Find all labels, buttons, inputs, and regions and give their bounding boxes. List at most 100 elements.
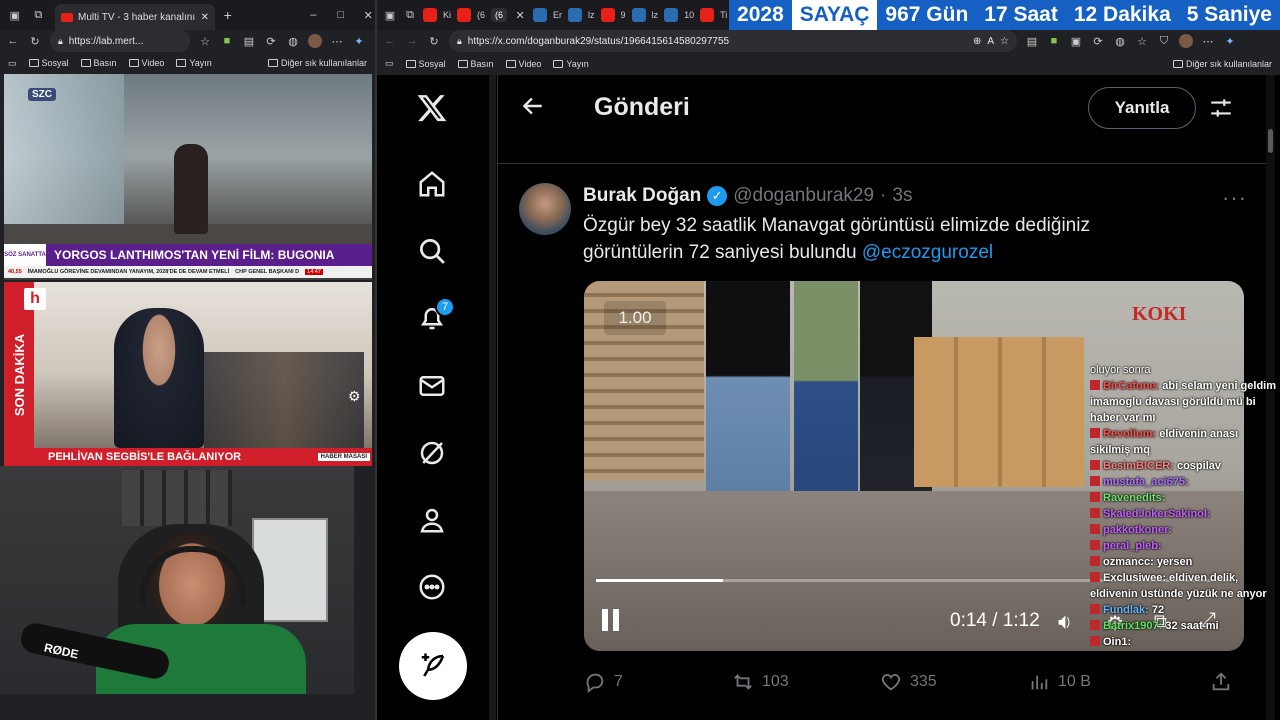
countdown-hours: 17 Saat xyxy=(984,3,1058,26)
refresh-icon[interactable]: ↻ xyxy=(28,34,42,48)
more-menu-icon[interactable]: ⋯ xyxy=(330,34,344,48)
bookmark-sosyal[interactable]: Sosyal xyxy=(405,59,446,69)
tab-label-6[interactable]: 9 xyxy=(621,10,626,20)
window-menu-icon[interactable]: ▣ xyxy=(8,8,22,22)
shield-icon[interactable]: ⛉ xyxy=(1157,34,1171,48)
favorite-star-icon[interactable]: ☆ xyxy=(1000,36,1009,47)
back-arrow-icon[interactable] xyxy=(520,93,548,121)
tab-favicon-7[interactable] xyxy=(631,8,646,22)
bookmark-basin[interactable]: Basın xyxy=(80,58,117,68)
news-video-panel-1[interactable]: SZC SÖZ SANATTA YORGOS LANTHIMOS'TAN YEN… xyxy=(4,74,372,280)
compose-post-button[interactable] xyxy=(399,632,467,700)
tweet-time[interactable]: 3s xyxy=(892,185,912,207)
bookmark-sosyal[interactable]: Sosyal xyxy=(28,58,69,68)
profile-icon[interactable] xyxy=(415,503,449,537)
like-action[interactable]: 335 xyxy=(880,671,937,693)
search-icon[interactable] xyxy=(415,234,449,268)
extension-icon-3[interactable]: ⟳ xyxy=(264,34,278,48)
pause-button-icon[interactable] xyxy=(602,609,624,633)
tab-favicon-8[interactable] xyxy=(664,8,679,22)
extension-icon-6[interactable]: ☆ xyxy=(1135,34,1149,48)
maximize-icon[interactable]: □ xyxy=(334,8,348,22)
favorite-star-icon[interactable]: ☆ xyxy=(198,34,212,48)
tab-label-9[interactable]: Ti xyxy=(720,10,727,20)
x-logo-icon[interactable] xyxy=(415,91,449,125)
tab-label-5[interactable]: lz xyxy=(588,10,595,20)
more-options-icon[interactable] xyxy=(415,570,449,604)
tab-close-icon[interactable]: ✕ xyxy=(513,8,527,22)
back-icon[interactable]: ← xyxy=(383,34,397,48)
home-icon[interactable] xyxy=(415,167,449,201)
tab-actions-icon[interactable]: ⧉ xyxy=(403,8,417,22)
grok-icon[interactable] xyxy=(415,436,449,470)
filter-settings-icon[interactable] xyxy=(1208,95,1234,126)
tab-favicon-5[interactable] xyxy=(568,8,583,22)
repost-action[interactable]: 103 xyxy=(732,671,789,693)
tab-favicon-9[interactable] xyxy=(700,8,715,22)
minimize-icon[interactable]: – xyxy=(307,8,321,22)
extension-icon-1[interactable]: ▤ xyxy=(1025,34,1039,48)
refresh-icon[interactable]: ↻ xyxy=(427,34,441,48)
profile-avatar[interactable] xyxy=(1179,34,1193,48)
more-menu-icon[interactable]: ⋯ xyxy=(1201,34,1215,48)
bookmark-yayin[interactable]: Yayın xyxy=(176,58,212,68)
tab-label-3[interactable]: (6 xyxy=(491,8,508,22)
author-handle[interactable]: @doganburak29 xyxy=(733,185,874,207)
bookmark-basin[interactable]: Basın xyxy=(457,59,494,69)
back-icon[interactable]: ← xyxy=(6,34,20,48)
tweet-more-icon[interactable]: ··· xyxy=(1222,185,1247,211)
volume-icon[interactable]: 🔉︎ xyxy=(1058,609,1072,635)
extension-icon-3[interactable]: ▣ xyxy=(1069,34,1083,48)
copilot-icon[interactable]: ✦ xyxy=(352,34,366,48)
repost-count: 103 xyxy=(762,673,789,690)
bookmark-video[interactable]: Video xyxy=(505,59,541,69)
notifications-icon[interactable]: 7 xyxy=(415,297,455,335)
tweet-avatar[interactable] xyxy=(519,183,571,235)
bookmark-yayin[interactable]: Yayın xyxy=(553,59,589,69)
settings-gear-icon[interactable]: ⚙ xyxy=(348,388,361,405)
window-menu-icon[interactable]: ▣ xyxy=(383,8,397,22)
new-tab-icon[interactable]: + xyxy=(221,7,235,23)
content-scrollbar-thumb[interactable] xyxy=(1268,129,1273,153)
news-video-panel-2[interactable]: h SON DAKİKA ⚙ PEHLİVAN SEGBİS'LE BAĞLAN… xyxy=(4,282,372,466)
extension-icon-4[interactable]: ⟳ xyxy=(1091,34,1105,48)
tab-label-7[interactable]: lz xyxy=(652,10,659,20)
extension-icon-1[interactable]: ■ xyxy=(220,34,234,48)
extension-icon-4[interactable]: ◍ xyxy=(286,34,300,48)
zoom-icon[interactable]: ⊕ xyxy=(973,36,981,47)
tab-label-4[interactable]: Er xyxy=(553,10,562,20)
views-action[interactable]: 10 B xyxy=(1028,671,1091,693)
close-window-icon[interactable]: ✕ xyxy=(362,8,376,22)
bookmarks-toggle-icon[interactable]: ▭ xyxy=(8,58,17,69)
read-aloud-icon[interactable]: A xyxy=(987,36,994,47)
bookmark-other[interactable]: Diğer sık kullanılanlar xyxy=(1172,59,1272,69)
bookmark-other[interactable]: Diğer sık kullanılanlar xyxy=(267,58,367,68)
tab-favicon-2[interactable] xyxy=(457,8,472,22)
tab-close-icon[interactable]: ✕ xyxy=(201,12,209,23)
tab-favicon-6[interactable] xyxy=(600,8,615,22)
bookmarks-toggle-icon[interactable]: ▭ xyxy=(385,58,394,69)
copilot-icon[interactable]: ✦ xyxy=(1223,34,1237,48)
reply-action[interactable]: 7 xyxy=(584,671,623,693)
extension-icon-2[interactable]: ▤ xyxy=(242,34,256,48)
left-address-bar[interactable]: 🔒︎ https://lab.mert... xyxy=(50,30,190,52)
sidebar-scrollbar[interactable] xyxy=(489,75,496,720)
extension-icon-5[interactable]: ◍ xyxy=(1113,34,1127,48)
reply-button[interactable]: Yanıtla xyxy=(1088,87,1196,129)
tab-label-8[interactable]: 10 xyxy=(684,10,694,20)
left-navbar: ← ↻ 🔒︎ https://lab.mert... ☆ ■ ▤ ⟳ ◍ ⋯ ✦ xyxy=(0,30,375,52)
right-address-bar[interactable]: 🔒︎ https://x.com/doganburak29/status/196… xyxy=(449,30,1017,52)
mention-link[interactable]: @eczozgurozel xyxy=(862,242,993,263)
left-active-tab[interactable]: Multi TV - 3 haber kanalını aynı a ✕ xyxy=(55,4,215,30)
forward-icon[interactable]: → xyxy=(405,34,419,48)
tab-label-1[interactable]: Ki xyxy=(443,10,451,20)
tab-favicon-1[interactable] xyxy=(423,8,437,22)
extension-icon-2[interactable]: ■ xyxy=(1047,34,1061,48)
tab-actions-icon[interactable]: ⧉ xyxy=(32,8,46,22)
bookmark-video[interactable]: Video xyxy=(128,58,164,68)
profile-avatar[interactable] xyxy=(308,34,322,48)
tab-label-2[interactable]: (6 xyxy=(477,10,485,20)
author-name[interactable]: Burak Doğan xyxy=(583,185,701,207)
tab-favicon-4[interactable] xyxy=(533,8,548,22)
messages-icon[interactable] xyxy=(415,369,449,403)
